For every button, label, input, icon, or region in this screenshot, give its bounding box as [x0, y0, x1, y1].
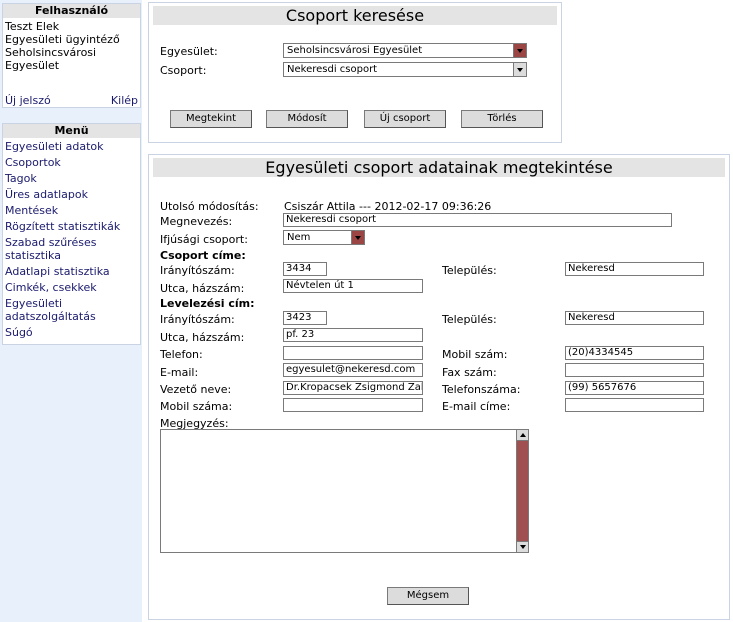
leader-name-field[interactable]: Dr.Kropacsek Zsigmond Zakariás: [283, 381, 423, 395]
group-street-field[interactable]: Névtelen út 1: [283, 279, 423, 293]
scroll-down-icon[interactable]: [517, 541, 528, 552]
chevron-down-icon[interactable]: [513, 44, 526, 57]
leader-email-field[interactable]: [565, 398, 704, 412]
menu-box-title: Menü: [3, 124, 140, 138]
mobile-label: Mobil szám:: [442, 348, 508, 361]
user-name: Teszt Elek: [5, 20, 60, 33]
last-modified-label: Utolsó módosítás:: [160, 200, 259, 213]
youth-group-select-value: Nem: [287, 232, 311, 243]
postal-address-heading: Levelezési cím:: [160, 297, 255, 310]
leader-mobile-label: Mobil száma:: [160, 400, 233, 413]
user-box-title: Felhasználó: [3, 4, 140, 18]
menu-item-association-data[interactable]: Egyesületi adatok: [5, 140, 138, 153]
group-search-panel: Csoport keresése Egyesület: Seholsincsvá…: [148, 2, 562, 143]
group-zip-label: Irányítószám:: [160, 264, 235, 277]
logout-link[interactable]: Kilép: [111, 94, 138, 107]
leader-mobile-field[interactable]: [283, 398, 423, 412]
postal-street-label: Utca, házszám:: [160, 331, 245, 344]
group-city-field[interactable]: Nekeresd: [565, 262, 704, 276]
name-field[interactable]: Nekeresdi csoport: [283, 213, 672, 227]
youth-group-select[interactable]: Nem: [283, 230, 365, 245]
menu-item-saves[interactable]: Mentések: [5, 204, 138, 217]
phone-label: Telefon:: [160, 348, 203, 361]
user-box: Felhasználó Teszt Elek Egyesületi ügyint…: [2, 3, 141, 108]
group-select[interactable]: Nekeresdi csoport: [283, 62, 527, 77]
group-details-panel: Egyesületi csoport adatainak megtekintés…: [148, 154, 730, 620]
modify-button[interactable]: Módosít: [266, 110, 348, 128]
leader-phone-label: Telefonszáma:: [442, 383, 521, 396]
menu-item-members[interactable]: Tagok: [5, 172, 138, 185]
fax-label: Fax szám:: [442, 366, 497, 379]
menu-item-form-statistics[interactable]: Adatlapi statisztika: [5, 265, 138, 278]
email-label: E-mail:: [160, 366, 199, 379]
chevron-down-icon[interactable]: [513, 63, 526, 76]
association-select-value: Seholsincsvárosi Egyesület: [287, 45, 423, 56]
youth-group-label: Ifjúsági csoport:: [160, 233, 248, 246]
user-org-line-1: Seholsincsvárosi: [5, 46, 97, 59]
group-city-label: Település:: [442, 264, 497, 277]
postal-zip-label: Irányítószám:: [160, 313, 235, 326]
group-select-value: Nekeresdi csoport: [287, 64, 378, 75]
new-password-link[interactable]: Új jelszó: [5, 94, 51, 107]
sidebar: Felhasználó Teszt Elek Egyesületi ügyint…: [0, 0, 142, 622]
group-details-title: Egyesületi csoport adatainak megtekintés…: [153, 158, 725, 177]
leader-phone-field[interactable]: (99) 5657676: [565, 381, 704, 395]
postal-street-field[interactable]: pf. 23: [283, 328, 423, 342]
leader-email-label: E-mail címe:: [442, 400, 511, 413]
last-modified-value: Csiszár Attila --- 2012-02-17 09:36:26: [284, 200, 492, 213]
association-label: Egyesület:: [160, 45, 218, 58]
mobile-field[interactable]: (20)4334545: [565, 346, 704, 360]
chevron-down-icon[interactable]: [351, 231, 364, 244]
notes-textarea[interactable]: [160, 429, 529, 553]
postal-city-field[interactable]: Nekeresd: [565, 311, 704, 325]
view-button[interactable]: Megtekint: [170, 110, 252, 128]
menu-item-blank-forms[interactable]: Üres adatlapok: [5, 188, 138, 201]
user-org-line-2: Egyesület: [5, 59, 60, 72]
postal-zip-field[interactable]: 3423: [283, 311, 327, 325]
menu-item-labels-cheques[interactable]: Cimkék, csekkek: [5, 281, 138, 294]
menu-item-free-filter-statistics[interactable]: Szabad szűréses statisztika: [5, 236, 138, 262]
group-address-heading: Csoport címe:: [160, 249, 246, 262]
association-select[interactable]: Seholsincsvárosi Egyesület: [283, 43, 527, 58]
scroll-up-icon[interactable]: [517, 430, 528, 441]
menu-box: Menü Egyesületi adatok Csoportok Tagok Ü…: [2, 123, 141, 345]
email-field[interactable]: egyesulet@nekeresd.com: [283, 363, 423, 377]
menu-item-groups[interactable]: Csoportok: [5, 156, 138, 169]
new-group-button[interactable]: Új csoport: [364, 110, 446, 128]
group-street-label: Utca, házszám:: [160, 282, 245, 295]
group-search-title: Csoport keresése: [153, 6, 557, 25]
menu-item-data-service[interactable]: Egyesületi adatszolgáltatás: [5, 297, 138, 323]
cancel-button[interactable]: Mégsem: [387, 587, 469, 605]
phone-field[interactable]: [283, 346, 423, 360]
leader-name-label: Vezető neve:: [160, 383, 232, 396]
menu-item-fixed-statistics[interactable]: Rögzített statisztikák: [5, 220, 138, 233]
group-label: Csoport:: [160, 64, 207, 77]
menu-item-help[interactable]: Súgó: [5, 326, 138, 339]
name-label: Megnevezés:: [160, 215, 233, 228]
user-role: Egyesületi ügyintéző: [5, 33, 120, 46]
notes-scrollbar[interactable]: [516, 430, 528, 552]
postal-city-label: Település:: [442, 313, 497, 326]
delete-button[interactable]: Törlés: [461, 110, 543, 128]
group-zip-field[interactable]: 3434: [283, 262, 327, 276]
fax-field[interactable]: [565, 363, 704, 377]
